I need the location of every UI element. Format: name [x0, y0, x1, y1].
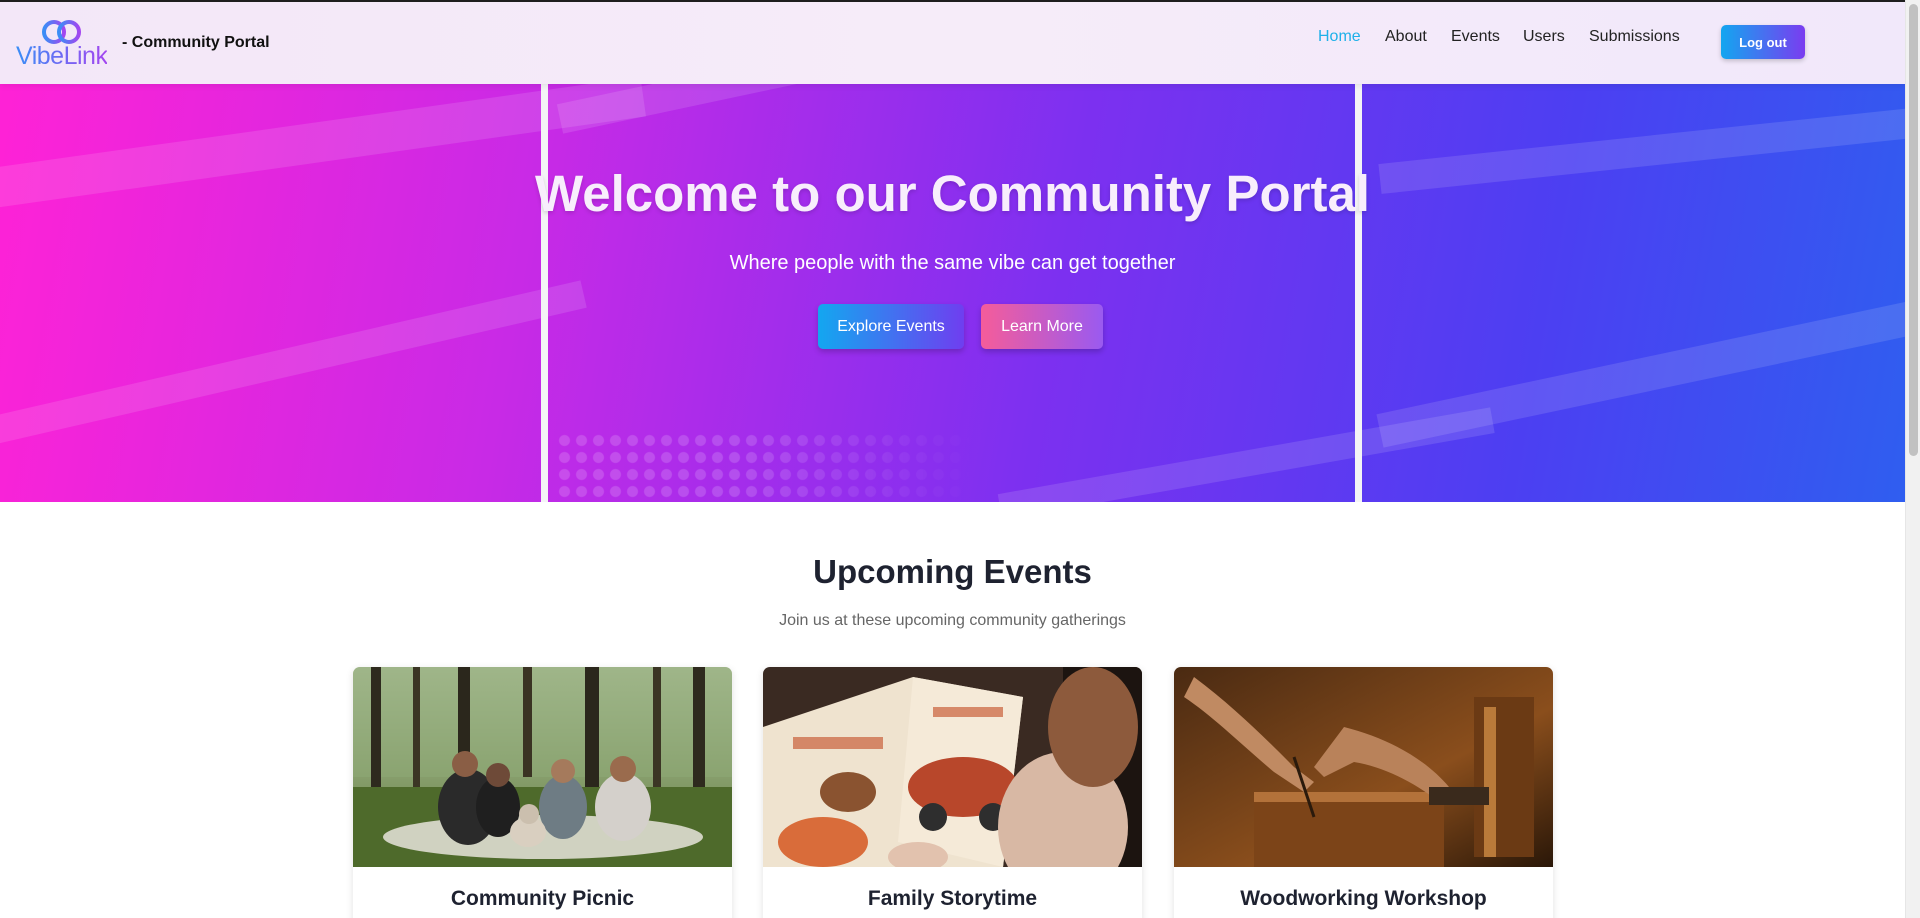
- hero-panel-divider: [541, 84, 548, 502]
- event-title[interactable]: Family Storytime: [763, 887, 1142, 911]
- hero-light-streak: [0, 280, 587, 452]
- site-subtitle: - Community Portal: [122, 34, 270, 51]
- nav-users[interactable]: Users: [1523, 28, 1565, 46]
- event-image-woodworking[interactable]: [1174, 667, 1553, 867]
- event-card[interactable]: Family Storytime: [763, 667, 1142, 918]
- event-title[interactable]: Woodworking Workshop: [1174, 887, 1553, 911]
- site-header: VibeLink - Community Portal Home About E…: [0, 2, 1905, 84]
- event-card[interactable]: Woodworking Workshop: [1174, 667, 1553, 918]
- nav-events[interactable]: Events: [1451, 28, 1500, 46]
- explore-events-button[interactable]: Explore Events: [818, 304, 964, 349]
- page: VibeLink - Community Portal Home About E…: [0, 0, 1905, 918]
- hero-light-streak: [556, 84, 935, 134]
- event-title[interactable]: Community Picnic: [353, 887, 732, 911]
- learn-more-button[interactable]: Learn More: [981, 304, 1103, 349]
- section-subtitle: Join us at these upcoming community gath…: [779, 612, 1126, 629]
- vibelink-logo[interactable]: VibeLink: [16, 18, 108, 70]
- hero-light-streak: [1376, 297, 1905, 448]
- hero-dot-pattern: [556, 432, 976, 502]
- woodworking-photo: [1174, 667, 1553, 867]
- nav-about[interactable]: About: [1385, 28, 1427, 46]
- event-card[interactable]: Community Picnic: [353, 667, 732, 918]
- scrollbar-thumb[interactable]: [1909, 4, 1918, 456]
- picnic-photo: [353, 667, 732, 867]
- storytime-photo: [763, 667, 1142, 867]
- event-image-picnic[interactable]: [353, 667, 732, 867]
- hero-panel-divider: [1355, 84, 1362, 502]
- logout-button[interactable]: Log out: [1721, 25, 1805, 59]
- hero-title: Welcome to our Community Portal: [535, 165, 1370, 222]
- section-title: Upcoming Events: [813, 553, 1092, 590]
- nav-home[interactable]: Home: [1318, 28, 1361, 46]
- vertical-scrollbar[interactable]: [1905, 0, 1920, 918]
- hero-banner: Welcome to our Community Portal Where pe…: [0, 84, 1905, 502]
- window-top-border: [0, 0, 1905, 2]
- hero-subtitle: Where people with the same vibe can get …: [729, 252, 1176, 274]
- event-image-storytime[interactable]: [763, 667, 1142, 867]
- logo-wordmark: VibeLink: [16, 42, 108, 70]
- nav-submissions[interactable]: Submissions: [1589, 28, 1680, 46]
